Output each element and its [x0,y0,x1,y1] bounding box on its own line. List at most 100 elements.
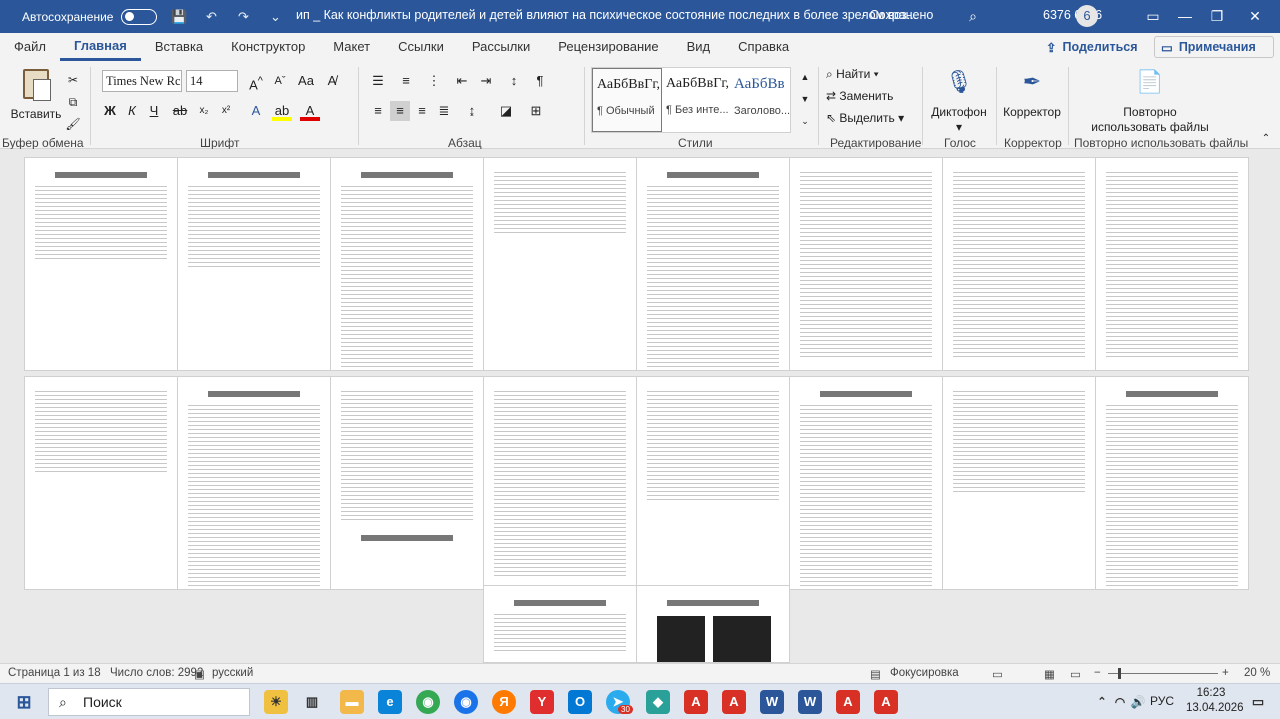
minimize-icon[interactable]: — [1172,5,1198,27]
styles-up-icon[interactable]: ▲ [795,67,815,87]
volume-icon[interactable]: 🔊 [1126,690,1150,714]
show-marks-icon[interactable]: ¶ [530,71,550,91]
pdf-icon[interactable]: A [684,690,708,714]
borders-icon[interactable]: ⊞ [526,101,546,121]
comments-button[interactable]: ▭ Примечания [1154,36,1274,58]
highlight-icon[interactable]: ab [272,101,292,121]
underline-icon[interactable]: Ч [144,101,164,121]
shading-icon[interactable]: ◪ [496,101,516,121]
grow-font-icon[interactable]: A^ [246,71,266,92]
change-case-icon[interactable]: Aa [296,71,316,91]
zoom-thumb[interactable] [1118,668,1121,679]
autosave-toggle[interactable] [121,8,158,25]
close-icon[interactable]: ✕ [1242,5,1268,27]
styles-more-icon[interactable]: ⌄ [795,111,815,131]
find-button[interactable]: ⌕ Найти ▾ [826,67,879,82]
replace-button[interactable]: ⇄ Заменить [826,89,893,103]
font-color-icon[interactable]: A [300,101,320,121]
language-indicator[interactable]: русский [212,667,253,679]
multilevel-list-icon[interactable]: ⋮ [424,71,444,91]
tab-mailings[interactable]: Рассылки [458,33,544,61]
word-icon[interactable]: W [760,690,784,714]
bold-icon[interactable]: Ж [100,101,120,121]
outlook-icon[interactable]: O [568,690,592,714]
page-thumbnail[interactable] [942,157,1096,371]
styles-down-icon[interactable]: ▼ [795,89,815,109]
clear-format-icon[interactable]: A̸ [322,71,342,91]
page-thumbnail[interactable] [942,376,1096,590]
strikethrough-icon[interactable]: ab [170,101,190,121]
redo-icon[interactable]: ↷ [233,7,253,27]
superscript-icon[interactable]: x² [216,101,236,121]
tab-review[interactable]: Рецензирование [544,33,672,61]
collapse-ribbon-icon[interactable]: ⌃ [1256,129,1276,149]
reuse-files-button[interactable]: 📄 Повторно использовать файлы [1088,65,1212,135]
yandex-icon[interactable]: Я [492,690,516,714]
sort-icon[interactable]: ↕ [504,71,524,91]
font-size-input[interactable]: 14 [186,70,238,92]
text-effects-icon[interactable]: A [246,101,266,121]
shrink-font-icon[interactable]: Aˇ [270,71,290,91]
search-icon[interactable]: ⌕ [960,5,986,27]
web-layout-icon[interactable]: ▭ [1070,667,1081,681]
tab-insert[interactable]: Вставка [141,33,217,61]
widgets-icon[interactable]: ☀ [264,690,288,714]
select-button[interactable]: ⇖ Выделить ▾ [826,111,904,125]
tab-references[interactable]: Ссылки [384,33,458,61]
page-thumbnail[interactable] [330,376,484,590]
app-icon[interactable]: ◆ [646,690,670,714]
proofing-icon[interactable]: ▣ [194,667,205,681]
word-icon[interactable]: W [798,690,822,714]
page-indicator[interactable]: Страница 1 из 18 [8,667,101,679]
customize-icon[interactable]: ⌄ [265,7,285,27]
page-thumbnail[interactable] [789,376,943,590]
pdf-icon[interactable]: A [722,690,746,714]
yandex-browser-icon[interactable]: Y [530,690,554,714]
zoom-in-icon[interactable]: + [1222,667,1229,679]
ribbon-display-icon[interactable]: ▭ [1140,5,1166,27]
editor-button[interactable]: ✒ Корректор [1000,65,1064,120]
dictate-button[interactable]: 🎙 Диктофон ▾ [928,65,990,135]
read-mode-icon[interactable]: ▭ [992,667,1003,681]
focus-icon[interactable]: ▤ [870,667,881,681]
align-center-icon[interactable]: ≡ [390,101,410,121]
avatar[interactable]: 6 [1076,5,1098,27]
focus-mode-button[interactable]: Фокусировка [890,667,959,679]
page-thumbnail[interactable] [177,157,331,371]
notifications-icon[interactable]: ▭ [1246,690,1270,714]
page-thumbnail[interactable] [1095,157,1249,371]
format-painter-icon[interactable]: 🖌 [64,115,82,133]
clock[interactable]: 16:23 13.04.2026 [1186,686,1244,716]
tab-design[interactable]: Конструктор [217,33,319,61]
bullets-icon[interactable]: ☰ [368,71,388,91]
numbering-icon[interactable]: ≡ [396,71,416,91]
tab-file[interactable]: Файл [0,33,60,61]
subscript-icon[interactable]: x₂ [194,101,214,121]
undo-icon[interactable]: ↶ [201,7,221,27]
page-thumbnail[interactable] [24,157,178,371]
page-thumbnail[interactable] [636,157,790,371]
align-right-icon[interactable]: ≡ [412,101,432,121]
zoom-out-icon[interactable]: − [1094,667,1101,679]
page-thumbnail[interactable] [24,376,178,590]
page-thumbnail[interactable] [483,585,637,663]
tab-view[interactable]: Вид [673,33,725,61]
taskbar-search[interactable]: ⌕ Поиск [48,688,250,716]
chrome-icon[interactable]: ◉ [416,690,440,714]
font-name-input[interactable]: Times New Rc [102,70,182,92]
share-button[interactable]: ⇪ Поделиться [1046,36,1138,58]
print-layout-icon[interactable]: ▦ [1044,667,1055,681]
style-heading[interactable]: АаБбВв Заголово... [730,68,792,132]
italic-icon[interactable]: К [122,101,142,121]
pdf-icon[interactable]: A [836,690,860,714]
pdf-icon[interactable]: A [874,690,898,714]
maximize-icon[interactable]: ❐ [1204,5,1230,27]
decrease-indent-icon[interactable]: ⇤ [452,71,472,91]
style-normal[interactable]: АаБбВвГг, ¶ Обычный [592,68,662,132]
align-left-icon[interactable]: ≡ [368,101,388,121]
input-language[interactable]: РУС [1150,694,1174,708]
zoom-slider[interactable] [1108,673,1218,674]
page-thumbnail[interactable] [483,157,637,371]
page-thumbnail[interactable] [483,376,637,590]
save-icon[interactable]: 💾 [169,7,189,27]
